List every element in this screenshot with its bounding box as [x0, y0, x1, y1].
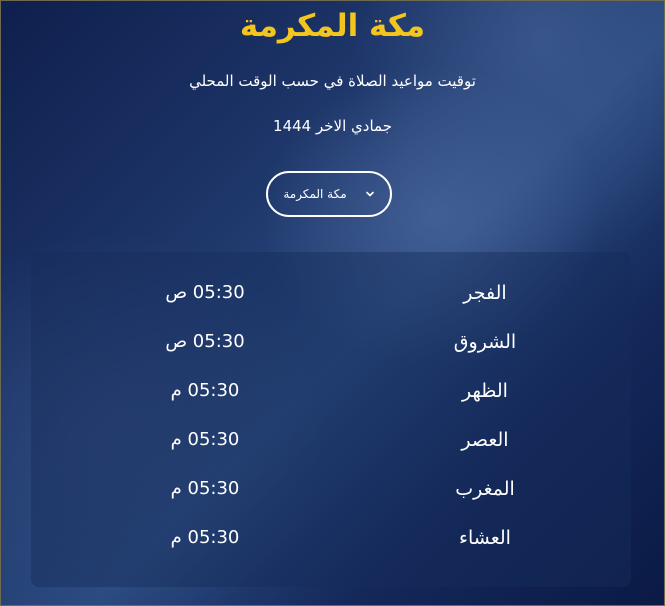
prayer-row-maghrib: المغرب 05:30 م [0, 478, 665, 508]
hijri-date: جمادي الاخر 1444 [273, 117, 392, 135]
chevron-down-icon [365, 191, 374, 197]
prayer-name: الظهر [462, 380, 508, 402]
prayer-row-isha: العشاء 05:30 م [0, 527, 665, 557]
prayer-time: 05:30 ص [165, 282, 245, 303]
prayer-name: الشروق [453, 331, 517, 353]
city-select-dropdown[interactable]: مكة المكرمة [266, 171, 392, 217]
prayer-row-fajr: الفجر 05:30 ص [0, 282, 665, 312]
page-title: مكة المكرمة [239, 8, 426, 44]
prayer-time: 05:30 ص [165, 331, 245, 352]
prayer-name: المغرب [455, 478, 515, 500]
page-subtitle: توقيت مواعيد الصلاة في حسب الوقت المحلي [189, 72, 476, 90]
prayer-name: الفجر [463, 282, 507, 304]
prayer-name: العشاء [459, 527, 511, 549]
prayer-name: العصر [461, 429, 509, 451]
prayer-row-dhuhr: الظهر 05:30 م [0, 380, 665, 410]
prayer-time: 05:30 م [170, 429, 240, 450]
prayer-time: 05:30 م [170, 478, 240, 499]
prayer-time: 05:30 م [170, 527, 240, 548]
city-select-value: مكة المكرمة [283, 187, 347, 201]
prayer-time: 05:30 م [170, 380, 240, 401]
prayer-row-sunrise: الشروق 05:30 ص [0, 331, 665, 361]
prayer-row-asr: العصر 05:30 م [0, 429, 665, 459]
